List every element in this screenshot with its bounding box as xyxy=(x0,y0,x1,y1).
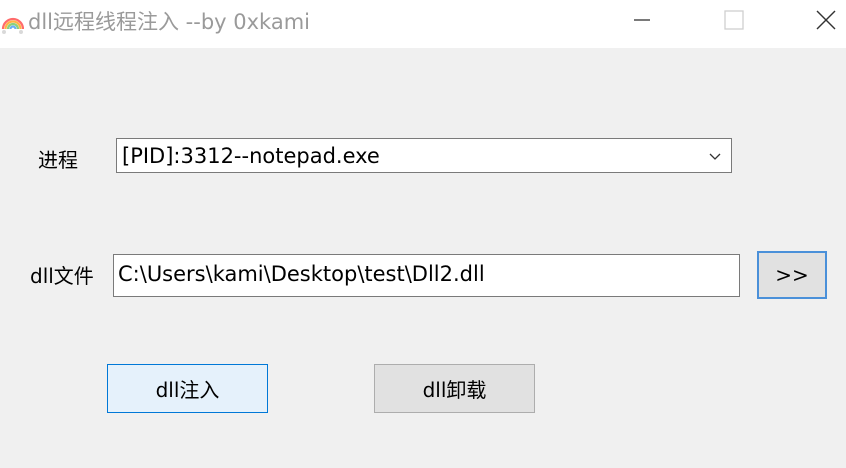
close-icon xyxy=(815,9,837,35)
chevron-down-icon xyxy=(708,149,722,163)
maximize-icon xyxy=(723,9,745,35)
maximize-button[interactable] xyxy=(711,0,757,44)
title-bar: dll远程线程注入 --by 0xkami xyxy=(0,0,846,48)
minimize-icon xyxy=(632,10,652,34)
rainbow-icon xyxy=(0,5,25,35)
dll-path-input[interactable]: C:\Users\kami\Desktop\test\Dll2.dll xyxy=(113,254,740,297)
close-button[interactable] xyxy=(803,0,846,44)
process-select[interactable]: [PID]:3312--notepad.exe xyxy=(116,138,732,173)
browse-button[interactable]: >> xyxy=(757,251,827,299)
process-label: 进程 xyxy=(38,148,78,172)
minimize-button[interactable] xyxy=(619,0,665,44)
dll-file-label: dll文件 xyxy=(30,264,94,288)
window-title: dll远程线程注入 --by 0xkami xyxy=(28,10,311,34)
process-select-value: [PID]:3312--notepad.exe xyxy=(122,144,380,168)
inject-button[interactable]: dll注入 xyxy=(107,364,268,413)
unload-button[interactable]: dll卸载 xyxy=(374,364,535,413)
